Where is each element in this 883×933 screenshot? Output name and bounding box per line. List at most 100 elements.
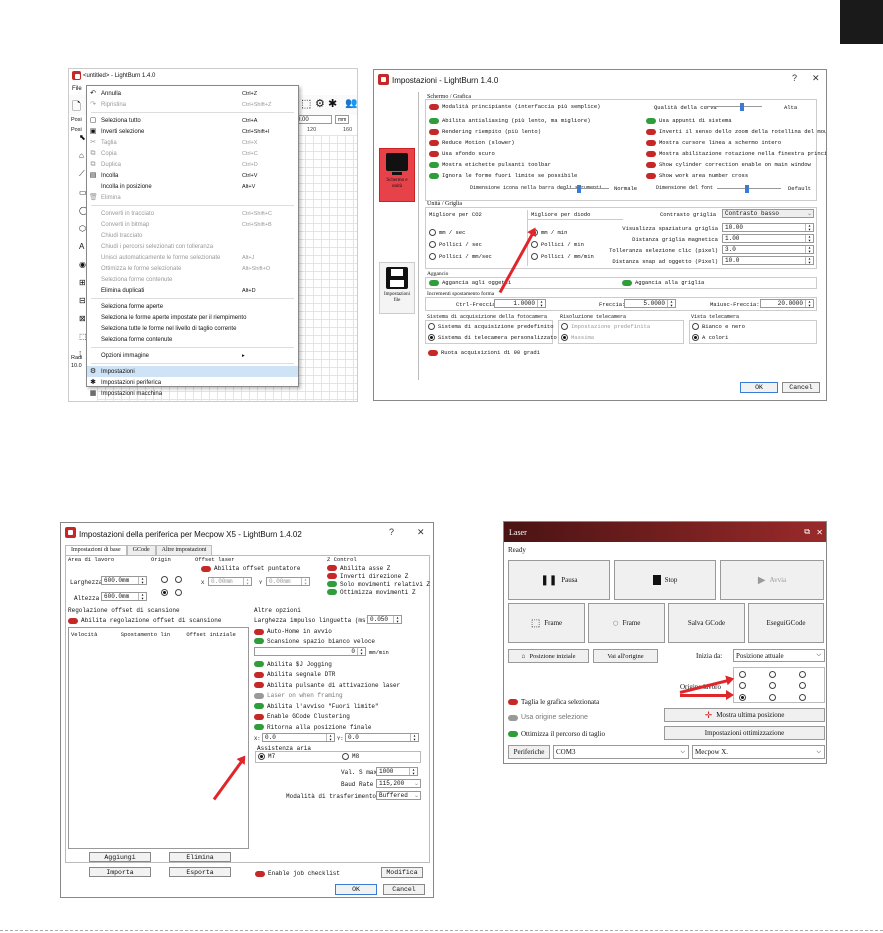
radio-button[interactable]	[531, 240, 538, 248]
resolution-default-radio[interactable]: Impostazione predefinita	[561, 323, 650, 330]
spinner[interactable]: ▴ ▾	[805, 257, 813, 264]
settings-toggle[interactable]: Show work area number cross	[646, 170, 826, 181]
option-toggle[interactable]: Abilita segnale DTR	[254, 670, 400, 681]
menu-item[interactable]: ✱ Impostazioni periferica	[87, 377, 298, 388]
settings-toggle[interactable]: Rendering riempito (più lento)	[429, 126, 649, 137]
optimize-toggle[interactable]: Ottimizza il percorso di taglio	[508, 730, 605, 738]
table-column-header[interactable]: Offset iniziale	[186, 631, 246, 638]
settings-toggle[interactable]: Reduce Motion (slower)	[429, 137, 649, 148]
origin-radio[interactable]	[799, 693, 806, 701]
settings-icon[interactable]: ⚙	[315, 97, 325, 110]
rotate-capture-toggle[interactable]: Ruota acquisizioni di 90 gradi	[428, 349, 540, 356]
pause-button[interactable]: ❚❚ Pausa	[508, 560, 610, 600]
return-x-input[interactable]: 0.0 ▴ ▾	[262, 733, 335, 742]
origin-radio[interactable]	[769, 693, 776, 701]
menu-item[interactable]: Opzioni immagine ▸	[87, 350, 298, 361]
origin-radio-tl[interactable]	[161, 576, 168, 583]
toggle-switch[interactable]	[327, 565, 337, 571]
enable-offset-toggle[interactable]: Abilita offset puntatore	[201, 565, 300, 572]
close-button[interactable]: ✕	[812, 73, 820, 84]
optimization-settings-button[interactable]: Impostazioni ottimizzazione	[664, 726, 825, 740]
add-button[interactable]: Aggiungi	[89, 852, 151, 862]
radio-button[interactable]	[429, 252, 436, 260]
menu-item[interactable]: Elimina duplicati Alt+D	[87, 285, 298, 296]
toggle-switch[interactable]	[646, 139, 656, 146]
stop-button[interactable]: Stop	[614, 560, 716, 600]
settings-toggle[interactable]: Inverti il senso dello zoom della rotell…	[646, 126, 826, 137]
menu-item[interactable]: ▦ Impostazioni macchina	[87, 388, 298, 399]
modify-button[interactable]: Modifica	[381, 867, 423, 878]
grid-field-input[interactable]: 3.0 ▴ ▾	[722, 245, 814, 254]
camera-custom-radio[interactable]: Sistema di telecamera personalizzato	[428, 334, 557, 341]
beginner-mode-toggle[interactable]: Modalità principiante (interfaccia più s…	[429, 103, 600, 110]
toggle-switch[interactable]	[254, 671, 264, 678]
view-color-radio[interactable]: A colori	[692, 334, 728, 341]
baud-select[interactable]: 115,200 ⌵	[376, 779, 421, 788]
option-toggle[interactable]: Abilita asse Z	[327, 564, 430, 572]
menu-item[interactable]: Seleziona le forme aperte impostate per …	[87, 312, 298, 323]
toggle-switch[interactable]	[429, 161, 439, 168]
origin-radio-br[interactable]	[175, 589, 182, 596]
menu-item[interactable]: ▢ Seleziona tutto Ctrl+A	[87, 115, 298, 126]
toggle-switch[interactable]	[646, 117, 656, 124]
option-toggle[interactable]: Enable GCode Clustering	[254, 712, 400, 723]
devices-button[interactable]: Periferiche	[508, 745, 550, 759]
resolution-max-radio[interactable]: Massima	[561, 334, 594, 341]
origin-radio[interactable]	[799, 682, 806, 690]
goto-origin-button[interactable]: Vai all'origine	[593, 649, 658, 663]
help-button[interactable]: ?	[389, 527, 394, 537]
width-input[interactable]: 600.0mm ▴ ▾	[101, 576, 147, 585]
transfer-select[interactable]: Buffered ⌵	[376, 791, 421, 800]
option-toggle[interactable]: Ottimizza movimenti Z	[327, 588, 430, 596]
icon-size-slider[interactable]	[559, 185, 609, 193]
menu-item[interactable]: Seleziona forme aperte	[87, 301, 298, 312]
delete-button[interactable]: Elimina	[169, 852, 231, 862]
origin-radio[interactable]	[739, 693, 746, 701]
job-checklist-toggle[interactable]: Enable job checklist	[255, 870, 340, 877]
tools-icon[interactable]: ✱	[328, 97, 337, 110]
import-button[interactable]: Importa	[89, 867, 151, 877]
radio-button[interactable]	[429, 228, 436, 236]
start-button[interactable]: ▶ Avvia	[720, 560, 824, 600]
origin-radio[interactable]	[769, 671, 776, 678]
radio-button[interactable]	[429, 240, 436, 248]
settings-toggle[interactable]: Mostra abilitazione rotazione nella fine…	[646, 148, 826, 159]
view-bw-radio[interactable]: Bianco e nero	[692, 323, 745, 330]
toggle-switch[interactable]	[327, 581, 337, 587]
menu-item[interactable]: Incolla in posizione Alt+V	[87, 181, 298, 192]
snap-objects-toggle[interactable]: Aggancia agli oggetti	[429, 279, 511, 286]
start-from-select[interactable]: Posizione attuale ⌵	[733, 649, 825, 662]
grid-contrast-select[interactable]: Contrasto basso ⌵	[722, 209, 814, 218]
table-column-header[interactable]: Velocità	[71, 631, 121, 638]
unit-radio[interactable]: Pollici / sec	[429, 238, 492, 250]
origin-radio-bl[interactable]	[161, 589, 168, 596]
grid-field-input[interactable]: 10.0 ▴ ▾	[722, 256, 814, 265]
settings-toggle[interactable]: Mostra cursore linea a schermo intero	[646, 137, 826, 148]
unit-radio[interactable]: mm / min	[531, 226, 594, 238]
settings-toggle[interactable]: Usa appunti di sistema	[646, 115, 826, 126]
toggle-switch[interactable]	[254, 682, 264, 689]
menu-item[interactable]: ▣ Inverti selezione Ctrl+Shift+I	[87, 126, 298, 137]
home-button[interactable]: ⌂ Posizione iniziale	[508, 649, 589, 663]
unit-radio[interactable]: Pollici / mm/min	[531, 250, 594, 262]
font-size-slider[interactable]	[717, 185, 781, 193]
option-toggle[interactable]: Scansione spazio bianco veloce	[254, 637, 375, 647]
settings-toggle[interactable]: Ignora le forme fuori limite se possibil…	[429, 170, 649, 181]
toggle-switch[interactable]	[254, 713, 264, 720]
m7-radio[interactable]: M7	[258, 753, 275, 760]
arrow-input[interactable]: 5.0000 ▴ ▾	[624, 299, 676, 308]
toggle-switch[interactable]	[646, 172, 656, 179]
menu-item[interactable]: ↶ Annulla Ctrl+Z	[87, 88, 298, 99]
sidebar-item-display[interactable]: Schermo e unità	[379, 148, 415, 202]
close-icon[interactable]: ✕	[816, 528, 823, 537]
speed-input[interactable]: 0 ▴ ▾	[254, 647, 366, 656]
origin-radio[interactable]	[739, 682, 746, 690]
settings-toggle[interactable]: Mostra etichette pulsanti toolbar	[429, 159, 649, 170]
toggle-switch[interactable]	[254, 724, 264, 731]
grid-field-input[interactable]: 1.00 ▴ ▾	[722, 234, 814, 243]
option-toggle[interactable]: Abilita pulsante di attivazione laser	[254, 680, 400, 691]
snap-grid-toggle[interactable]: Aggancia alla griglia	[622, 279, 704, 286]
toggle-switch[interactable]	[254, 692, 264, 699]
frame-circle-button[interactable]: ◌ Frame	[588, 603, 665, 643]
unit-radio[interactable]: mm / sec	[429, 226, 492, 238]
